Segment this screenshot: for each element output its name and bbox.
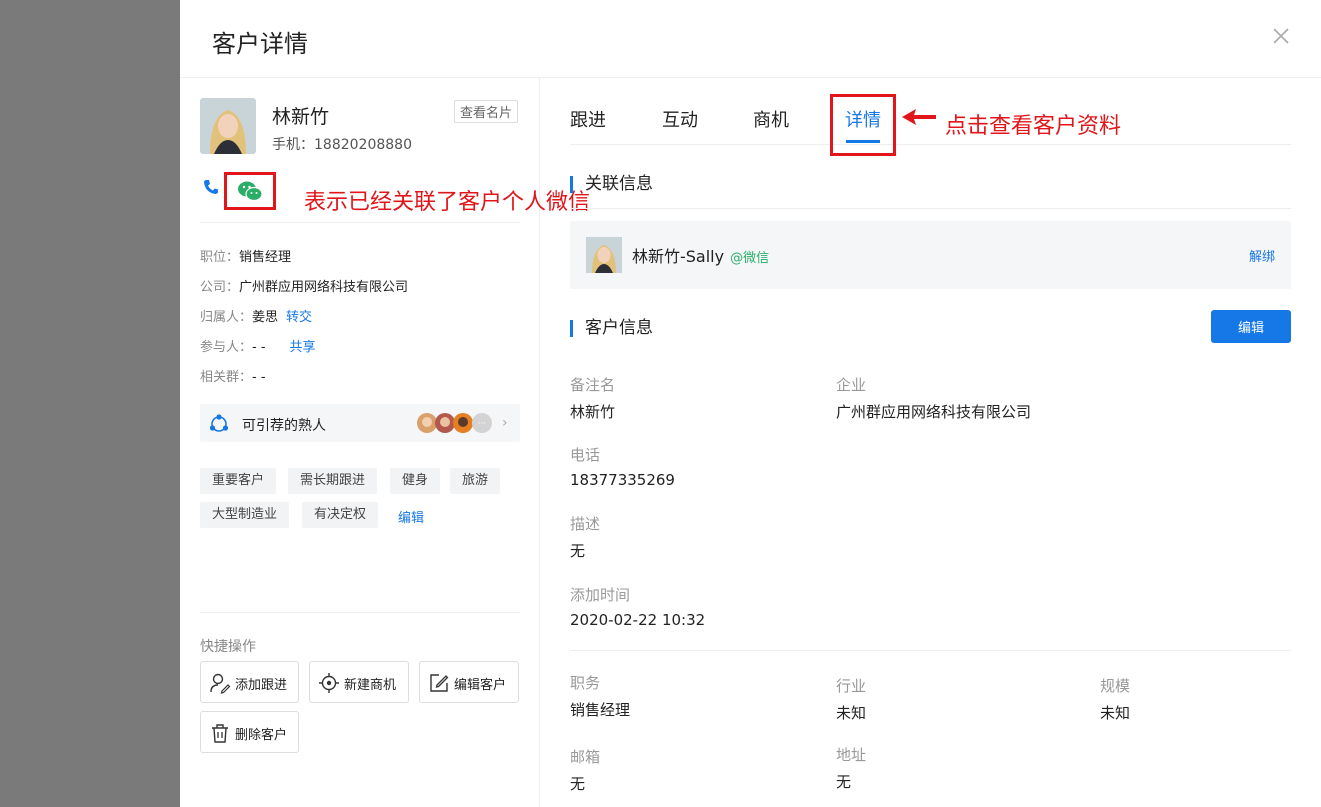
view-card-button[interactable]: 查看名片 — [454, 100, 519, 123]
divider — [200, 222, 520, 223]
wechat-highlight-box — [224, 172, 276, 210]
edit-info-button[interactable]: 编辑 — [1211, 310, 1291, 343]
tag: 需长期跟进 — [288, 468, 378, 494]
transfer-link[interactable]: 转交 — [286, 310, 312, 325]
divider — [570, 208, 1291, 209]
modal-overlay[interactable] — [0, 0, 180, 807]
info-owner: 归属人：姜思 转交 — [200, 310, 313, 325]
customer-phone: 手机：18820208880 — [272, 137, 412, 153]
field-email: 邮箱无 — [570, 748, 601, 793]
field-enterprise: 企业 广州群应用网络科技有限公司 — [836, 376, 1032, 421]
contact-avatars: ··· — [417, 413, 492, 433]
linked-contact-name: 林新竹-Sally @微信 — [632, 247, 770, 266]
drawer-title: 客户详情 — [212, 30, 308, 58]
quick-actions-title: 快捷操作 — [200, 639, 256, 655]
tab-followup[interactable]: 跟进 — [570, 106, 606, 132]
linked-avatar — [586, 237, 622, 273]
customer-name: 林新竹 — [272, 106, 330, 128]
tag: 重要客户 — [200, 468, 277, 494]
field-industry: 行业 未知 — [836, 677, 867, 722]
field-remark: 备注名 林新竹 — [570, 376, 616, 421]
phone-icon[interactable] — [202, 178, 220, 196]
tab-interaction[interactable]: 互动 — [662, 106, 698, 132]
tag: 大型制造业 — [200, 502, 290, 528]
divider — [570, 650, 1291, 651]
arrow-left-icon — [902, 109, 936, 125]
field-duty: 职务 销售经理 — [570, 674, 631, 719]
user-pen-icon — [210, 673, 231, 694]
field-description: 描述无 — [570, 515, 601, 560]
edit-icon — [430, 674, 449, 692]
tag: 有决定权 — [302, 502, 379, 528]
share-link[interactable]: 共享 — [290, 340, 316, 355]
customer-avatar — [200, 98, 256, 154]
tab-bar: 跟进 互动 商机 详情 点击查看客户资料 — [570, 78, 1291, 156]
unbind-link[interactable]: 解绑 — [1249, 246, 1275, 265]
info-group: 相关群：- - — [200, 370, 266, 385]
info-participant: 参与人：- - 共享 — [200, 340, 316, 355]
tab-annotation: 点击查看客户资料 — [945, 114, 1122, 139]
wechat-icon[interactable] — [237, 180, 263, 202]
linked-wechat-card: 林新竹-Sally @微信 解绑 — [570, 221, 1291, 289]
add-followup-button[interactable]: 添加跟进 — [200, 661, 299, 703]
close-icon[interactable] — [1269, 24, 1293, 48]
target-icon — [319, 673, 339, 693]
tab-opportunity[interactable]: 商机 — [753, 106, 789, 132]
chevron-right-icon: › — [502, 415, 508, 431]
info-position: 职位：销售经理 — [200, 250, 292, 265]
trash-icon — [212, 724, 228, 743]
divider — [200, 612, 520, 613]
linked-info-title: 关联信息 — [570, 176, 653, 193]
field-phone: 电话 18377335269 — [570, 446, 675, 489]
field-added-time: 添加时间 2020-02-22 10:32 — [570, 586, 706, 629]
network-icon — [209, 414, 229, 432]
tag: 健身 — [390, 468, 441, 494]
edit-tags-link[interactable]: 编辑 — [398, 507, 424, 526]
field-scale: 规模 未知 — [1100, 677, 1131, 722]
field-address: 地址无 — [836, 746, 867, 791]
detail-panel: 跟进 互动 商机 详情 点击查看客户资料 关联信息 林新竹-Sally@微信 — [540, 78, 1321, 807]
tab-highlight-box — [830, 94, 896, 156]
customer-profile-panel: 林新竹 手机：18820208880 查看名片 表示已经关联了客户个人微信 职位… — [180, 78, 590, 807]
tag: 旅游 — [450, 468, 501, 494]
recommend-label: 可引荐的熟人 — [242, 418, 326, 434]
customer-info-title: 客户信息 — [570, 320, 653, 337]
edit-customer-button[interactable]: 编辑客户 — [419, 661, 519, 703]
info-company: 公司：广州群应用网络科技有限公司 — [200, 280, 409, 295]
recommend-contacts-row[interactable]: 可引荐的熟人 ··· › — [200, 404, 520, 442]
drawer-header: 客户详情 — [180, 0, 1321, 78]
new-opportunity-button[interactable]: 新建商机 — [309, 661, 409, 703]
wechat-source-label: @微信 — [730, 251, 770, 266]
more-avatars: ··· — [478, 419, 487, 429]
customer-detail-drawer: 客户详情 林新竹 手机：18820208880 查看名片 表示已经关联了客户个人… — [180, 0, 1321, 807]
delete-customer-button[interactable]: 删除客户 — [200, 711, 299, 753]
